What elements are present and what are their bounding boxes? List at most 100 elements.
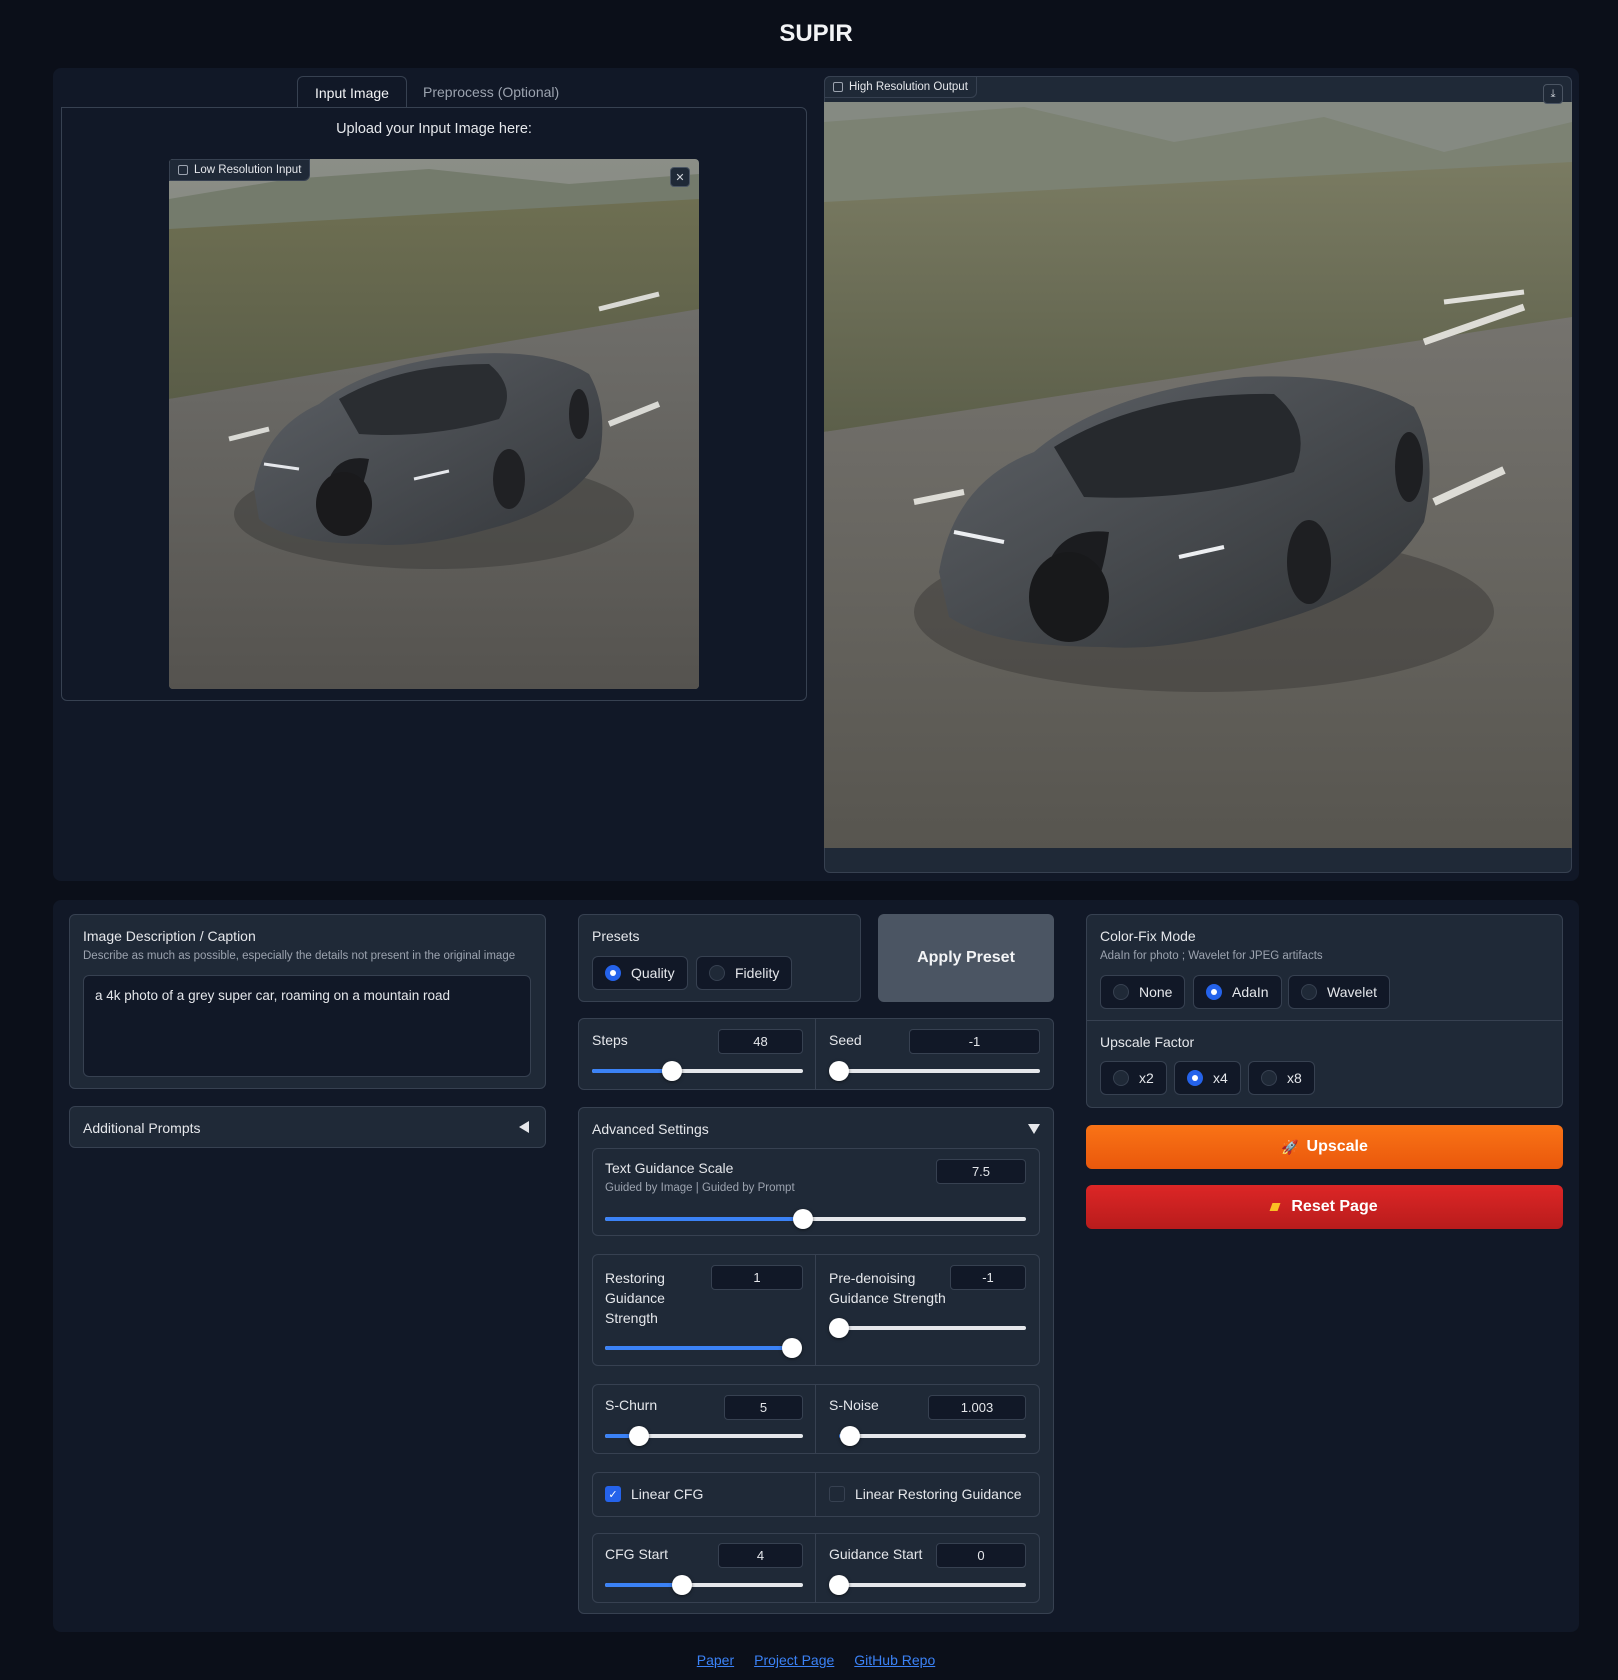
s-churn-label: S-Churn (605, 1397, 658, 1413)
seed-label: Seed (829, 1032, 862, 1048)
guidance-start-slider[interactable] (829, 1575, 1026, 1595)
tab-label: Preprocess (Optional) (423, 84, 560, 100)
linear-restoring-checkbox[interactable]: Linear Restoring Guidance (829, 1486, 1022, 1502)
radio-dot (1301, 984, 1317, 1000)
low-resolution-input-image[interactable]: Low Resolution Input ✕ (169, 159, 699, 689)
checkbox-label: Linear CFG (631, 1486, 704, 1502)
slider-thumb[interactable] (829, 1318, 849, 1338)
divider (815, 1473, 816, 1516)
steps-label: Steps (592, 1032, 628, 1048)
upscale-factor-label: Upscale Factor (1100, 1034, 1195, 1050)
radio-dot (1206, 984, 1222, 1000)
s-noise-label: S-Noise (829, 1397, 879, 1413)
image-label-text: High Resolution Output (849, 81, 968, 93)
divider (815, 1385, 816, 1453)
s-churn-input[interactable]: 5 (724, 1395, 803, 1420)
pre-denoising-slider[interactable] (829, 1318, 1026, 1338)
seed-slider[interactable] (829, 1061, 1040, 1081)
slider-fill (605, 1346, 792, 1350)
text-guidance-slider[interactable] (605, 1209, 1026, 1229)
upscale-x4[interactable]: x4 (1174, 1061, 1241, 1095)
tab-label: Input Image (315, 85, 389, 101)
expand-down-icon[interactable] (1028, 1124, 1040, 1134)
preset-fidelity[interactable]: Fidelity (696, 956, 793, 990)
preset-quality[interactable]: Quality (592, 956, 688, 990)
tab-preprocess[interactable]: Preprocess (Optional) (406, 76, 576, 108)
rocket-icon: 🚀 (1281, 1138, 1299, 1155)
app-title: SUPIR (779, 20, 853, 47)
s-noise-slider[interactable] (839, 1426, 1026, 1446)
cfg-start-label: CFG Start (605, 1546, 669, 1562)
upscale-label: Upscale (1306, 1138, 1368, 1155)
footer-link-paper[interactable]: Paper (697, 1652, 734, 1668)
checkbox-label: Linear Restoring Guidance (855, 1486, 1022, 1502)
text-guidance-input[interactable]: 7.5 (936, 1159, 1026, 1184)
low-resolution-input-label: Low Resolution Input (169, 159, 311, 181)
divider (1087, 1020, 1562, 1021)
additional-prompts-label: Additional Prompts (83, 1120, 201, 1136)
reset-label: Reset Page (1291, 1198, 1378, 1215)
linear-cfg-checkbox[interactable]: ✓ Linear CFG (605, 1486, 703, 1502)
color-fix-none[interactable]: None (1100, 975, 1186, 1009)
caption-text: a 4k photo of a grey super car, roaming … (95, 988, 450, 1003)
caption-info: Describe as much as possible, especially… (83, 950, 516, 962)
footer-link-project-page[interactable]: Project Page (754, 1652, 834, 1668)
high-resolution-output-label: High Resolution Output (824, 76, 977, 98)
steps-input[interactable]: 48 (718, 1029, 803, 1054)
color-fix-wavelet[interactable]: Wavelet (1288, 975, 1391, 1009)
radio-label: x2 (1139, 1070, 1154, 1086)
restoring-guidance-label: Restoring Guidance Strength (605, 1270, 665, 1326)
image-icon (178, 165, 188, 175)
advanced-settings-label[interactable]: Advanced Settings (592, 1121, 709, 1137)
checkbox-box (829, 1486, 845, 1502)
footer-link-github-repo[interactable]: GitHub Repo (854, 1652, 935, 1668)
car-photo-large (824, 102, 1572, 848)
slider-fill (592, 1069, 673, 1073)
presets-label: Presets (592, 928, 640, 944)
upscale-x8[interactable]: x8 (1248, 1061, 1315, 1095)
text-guidance-info: Guided by Image | Guided by Prompt (605, 1182, 795, 1194)
broom-icon (1269, 1203, 1281, 1211)
upscale-button[interactable]: 🚀 Upscale (1086, 1125, 1563, 1169)
radio-dot (709, 965, 725, 981)
steps-slider[interactable] (592, 1061, 803, 1081)
slider-thumb[interactable] (628, 1426, 649, 1446)
restoring-guidance-input[interactable]: 1 (711, 1265, 803, 1290)
caption-textarea[interactable]: a 4k photo of a grey super car, roaming … (83, 975, 531, 1077)
slider-thumb[interactable] (782, 1338, 802, 1358)
check-icon: ✓ (605, 1486, 621, 1502)
collapse-left-icon (519, 1121, 529, 1133)
s-churn-slider[interactable] (605, 1426, 803, 1446)
caption-label: Image Description / Caption (83, 928, 256, 944)
slider-thumb[interactable] (829, 1061, 849, 1081)
radio-label: None (1139, 984, 1173, 1000)
car-photo-small (169, 159, 699, 689)
upscale-x2[interactable]: x2 (1100, 1061, 1167, 1095)
pre-denoising-input[interactable]: -1 (950, 1265, 1026, 1290)
s-noise-input[interactable]: 1.003 (928, 1395, 1026, 1420)
image-label-text: Low Resolution Input (194, 164, 302, 176)
color-fix-label: Color-Fix Mode (1100, 928, 1196, 944)
cfg-start-slider[interactable] (605, 1575, 803, 1595)
restoring-guidance-slider[interactable] (605, 1338, 802, 1358)
divider (815, 1255, 816, 1365)
color-fix-adain[interactable]: AdaIn (1193, 975, 1282, 1009)
tab-input-image[interactable]: Input Image (297, 76, 407, 109)
apply-preset-label: Apply Preset (917, 949, 1015, 966)
seed-input[interactable]: -1 (909, 1029, 1040, 1054)
apply-preset-button[interactable]: Apply Preset (878, 914, 1054, 1002)
close-icon[interactable]: ✕ (670, 167, 690, 187)
upload-heading: Upload your Input Image here: (336, 121, 532, 137)
image-icon (833, 82, 843, 92)
cfg-start-input[interactable]: 4 (718, 1543, 803, 1568)
text-guidance-label: Text Guidance Scale (605, 1160, 734, 1176)
guidance-start-input[interactable]: 0 (936, 1543, 1026, 1568)
high-resolution-output-image[interactable] (824, 102, 1572, 848)
radio-dot (605, 965, 621, 981)
download-icon[interactable]: ⤓ (1543, 84, 1563, 104)
reset-page-button[interactable]: Reset Page (1086, 1185, 1563, 1229)
slider-fill (605, 1217, 803, 1221)
slider-thumb[interactable] (792, 1209, 813, 1229)
slider-thumb[interactable] (829, 1575, 849, 1595)
radio-dot (1113, 984, 1129, 1000)
